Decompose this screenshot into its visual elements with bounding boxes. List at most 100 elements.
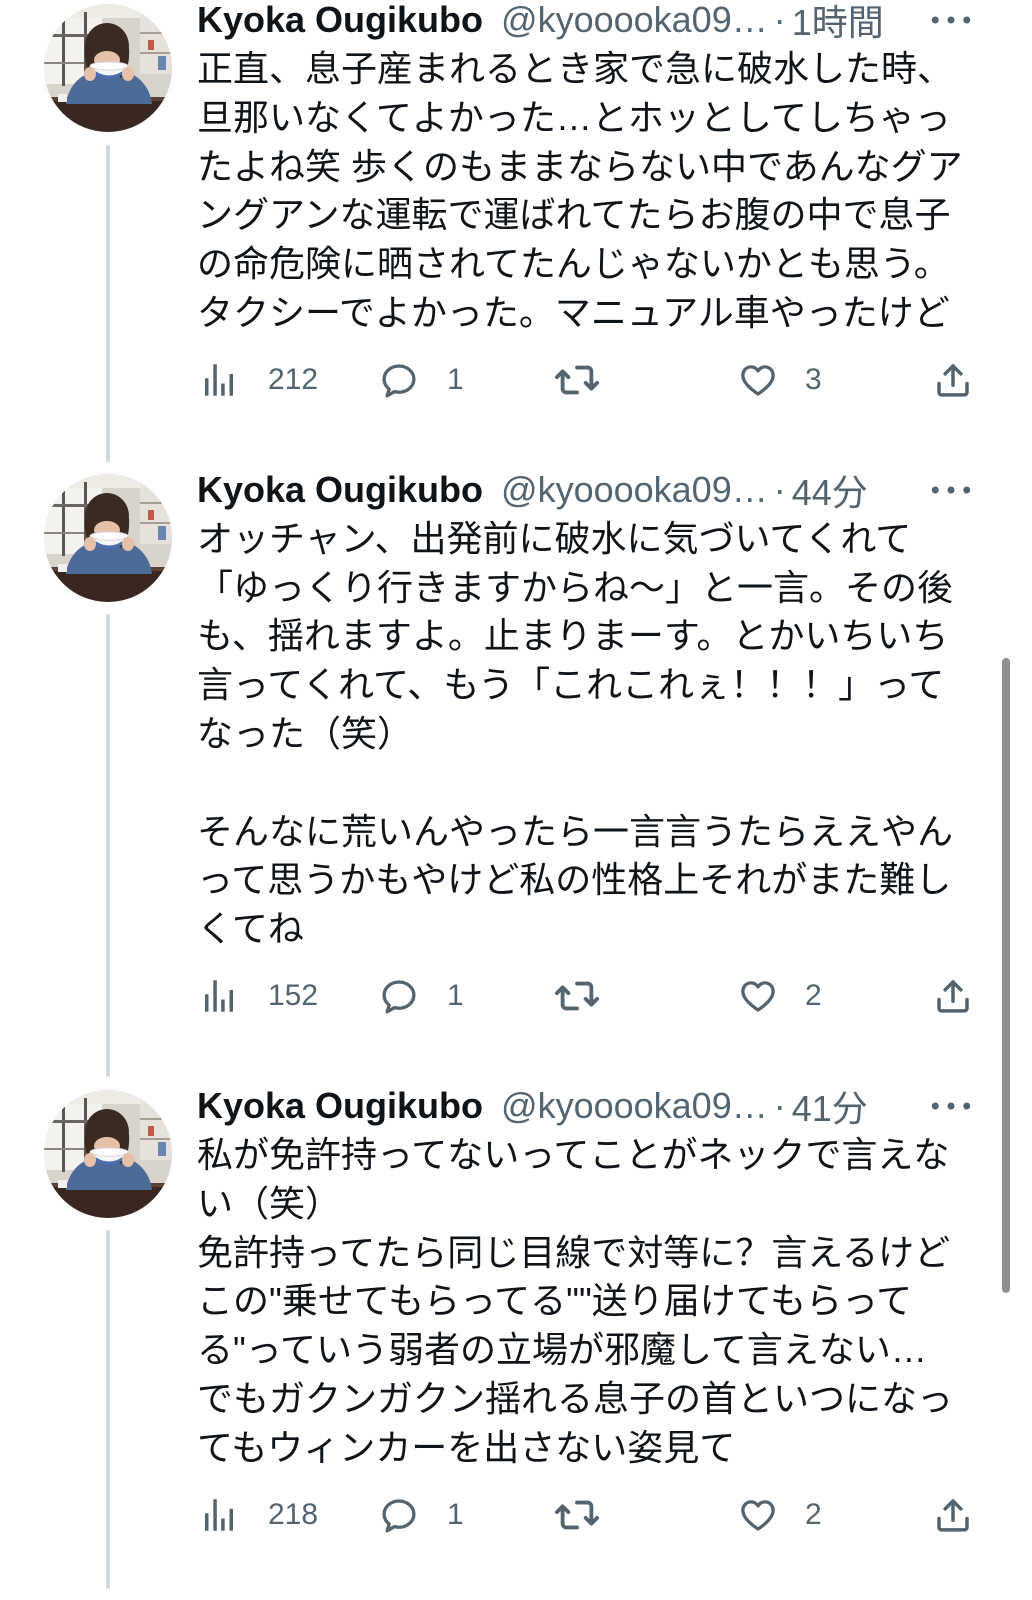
tweet-body: Kyoka Ougikubo @kyooooka09… · 1時間 正直、息子産… <box>197 0 997 410</box>
bar-chart-icon <box>198 1494 240 1536</box>
like-button[interactable]: 3 <box>737 350 822 410</box>
tweet-text-line: たよね笑 歩くのもままならない中であんなグア <box>197 145 963 187</box>
separator-dot: · <box>773 1084 786 1126</box>
reply-button[interactable]: 1 <box>378 966 464 1026</box>
views-count: 152 <box>268 978 319 1012</box>
separator-dot: · <box>773 0 786 40</box>
more-options-button[interactable] <box>930 13 972 27</box>
tweet-text-line: タクシーでよかった。マニュアル車やったけど <box>197 291 950 333</box>
tweet-text-line: も、揺れますよ。止まりまーす。とかいちいち <box>197 615 949 657</box>
tweet-paragraph: そんなに荒いんやったら一言言うたらええやん って思うかもやけど私の性格上それがま… <box>197 808 997 954</box>
tweet-text-line: この"乗せてもらってる""送り届けてもらって <box>197 1280 913 1322</box>
bar-chart-icon <box>198 975 240 1017</box>
avatar-photo <box>44 474 172 602</box>
heart-icon <box>737 975 779 1017</box>
tweet-paragraph: 私が免許持ってないってことがネックで言えな い（笑） 免許持ってたら同じ目線で対… <box>197 1131 997 1473</box>
tweet-text-line: なった（笑） <box>197 712 414 754</box>
tweet-text-line: 「ゆっくり行きますからね〜」と一言。その後 <box>197 566 954 608</box>
share-button[interactable] <box>932 350 974 410</box>
retweet-icon <box>554 973 600 1019</box>
tweet-header: Kyoka Ougikubo @kyooooka09… · 41分 <box>197 1081 997 1131</box>
views-count: 218 <box>268 1497 319 1531</box>
author-handle[interactable]: @kyooooka09… <box>501 1085 768 1127</box>
author-name[interactable]: Kyoka Ougikubo <box>197 1085 483 1127</box>
reply-count: 1 <box>447 1497 464 1531</box>
tweet-text-line: でもガクンガクン揺れる息子の首といつになっ <box>197 1377 954 1419</box>
reply-count: 1 <box>447 978 464 1012</box>
tweet-paragraph: 正直、息子産まれるとき家で急に破水した時、 旦那いなくてよかった…とホッとしてし… <box>197 45 997 338</box>
reply-button[interactable]: 1 <box>378 1485 464 1545</box>
tweet-actions: 152 1 2 <box>197 966 997 1026</box>
tweet-body: Kyoka Ougikubo @kyooooka09… · 44分 オッチャン、… <box>197 465 997 1026</box>
views-button[interactable]: 218 <box>198 1485 318 1545</box>
timestamp[interactable]: 41分 <box>792 1080 868 1132</box>
tweet[interactable]: Kyoka Ougikubo @kyooooka09… · 41分 私が免許持っ… <box>0 1081 1032 1545</box>
author-handle[interactable]: @kyooooka09… <box>501 469 768 511</box>
avatar[interactable] <box>44 474 172 602</box>
retweet-button[interactable] <box>554 350 600 410</box>
avatar[interactable] <box>44 1090 172 1218</box>
share-icon <box>932 1494 974 1536</box>
more-options-button[interactable] <box>930 1099 972 1113</box>
bar-chart-icon <box>198 359 240 401</box>
speech-bubble-icon <box>378 1494 420 1536</box>
like-count: 2 <box>805 1497 822 1531</box>
tweet-text: オッチャン、出発前に破水に気づいてくれて 「ゆっくり行きますからね〜」と一言。そ… <box>197 515 997 954</box>
tweet-text-line: 正直、息子産まれるとき家で急に破水した時、 <box>197 48 954 89</box>
tweet-header: Kyoka Ougikubo @kyooooka09… · 1時間 <box>197 0 997 45</box>
tweet-text: 私が免許持ってないってことがネックで言えな い（笑） 免許持ってたら同じ目線で対… <box>197 1131 997 1473</box>
tweet-text-line: 私が免許持ってないってことがネックで言えな <box>197 1133 950 1175</box>
avatar-photo <box>44 4 172 132</box>
heart-icon <box>737 359 779 401</box>
like-button[interactable]: 2 <box>737 966 822 1026</box>
share-button[interactable] <box>932 1485 974 1545</box>
tweet-text: 正直、息子産まれるとき家で急に破水した時、 旦那いなくてよかった…とホッとしてし… <box>197 45 997 338</box>
tweet-actions: 212 1 3 <box>197 350 997 410</box>
tweet-text-line: 言ってくれて、もう「これこれぇ！！！」って <box>197 664 945 706</box>
retweet-icon <box>554 1492 600 1538</box>
tweet-text-line: くてね <box>197 908 304 950</box>
share-button[interactable] <box>932 966 974 1026</box>
tweet-text-line: オッチャン、出発前に破水に気づいてくれて <box>197 517 912 559</box>
conversation-thread: Kyoka Ougikubo @kyooooka09… · 1時間 正直、息子産… <box>0 0 1032 1600</box>
timestamp[interactable]: 44分 <box>792 464 868 516</box>
avatar-photo <box>44 1090 172 1218</box>
like-button[interactable]: 2 <box>737 1485 822 1545</box>
heart-icon <box>737 1494 779 1536</box>
share-icon <box>932 975 974 1017</box>
reply-count: 1 <box>447 362 464 396</box>
tweet-text-line: の命危険に晒されてたんじゃないかとも思う。 <box>197 243 950 285</box>
views-button[interactable]: 212 <box>198 350 318 410</box>
tweet-body: Kyoka Ougikubo @kyooooka09… · 41分 私が免許持っ… <box>197 1081 997 1545</box>
tweet[interactable]: Kyoka Ougikubo @kyooooka09… · 1時間 正直、息子産… <box>0 0 1032 410</box>
speech-bubble-icon <box>378 975 420 1017</box>
retweet-button[interactable] <box>554 1485 600 1545</box>
tweet-actions: 218 1 2 <box>197 1485 997 1545</box>
views-button[interactable]: 152 <box>198 966 318 1026</box>
reply-button[interactable]: 1 <box>378 350 464 410</box>
views-count: 212 <box>268 362 319 396</box>
more-dots-icon <box>930 483 972 497</box>
retweet-icon <box>554 357 600 403</box>
tweet[interactable]: Kyoka Ougikubo @kyooooka09… · 44分 オッチャン、… <box>0 465 1032 1026</box>
tweet-text-line: そんなに荒いんやったら一言言うたらええやん <box>197 810 954 852</box>
tweet-text-line: って思うかもやけど私の性格上それがまた難し <box>197 859 952 901</box>
retweet-button[interactable] <box>554 966 600 1026</box>
tweet-paragraph: オッチャン、出発前に破水に気づいてくれて 「ゆっくり行きますからね〜」と一言。そ… <box>197 515 997 759</box>
share-icon <box>932 359 974 401</box>
author-name[interactable]: Kyoka Ougikubo <box>197 469 483 511</box>
tweet-text-line: る"っていう弱者の立場が邪魔して言えない… <box>197 1329 927 1371</box>
speech-bubble-icon <box>378 359 420 401</box>
tweet-text-line: 旦那いなくてよかった…とホッとしてしちゃっ <box>197 96 951 138</box>
tweet-text-line: ングアンな運転で運ばれてたらお腹の中で息子 <box>197 194 951 236</box>
tweet-header: Kyoka Ougikubo @kyooooka09… · 44分 <box>197 465 997 515</box>
timestamp[interactable]: 1時間 <box>792 0 884 46</box>
more-dots-icon <box>930 1099 972 1113</box>
avatar[interactable] <box>44 4 172 132</box>
more-options-button[interactable] <box>930 483 972 497</box>
like-count: 2 <box>805 978 822 1012</box>
author-handle[interactable]: @kyooooka09… <box>501 0 768 41</box>
author-name[interactable]: Kyoka Ougikubo <box>197 0 483 41</box>
separator-dot: · <box>773 468 786 510</box>
more-dots-icon <box>930 13 972 27</box>
